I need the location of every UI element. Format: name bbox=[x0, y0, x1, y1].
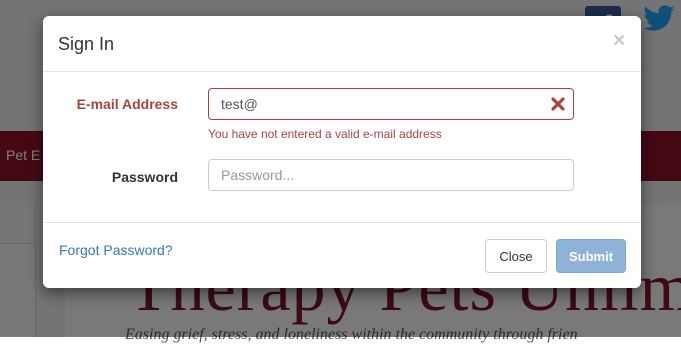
email-field[interactable] bbox=[208, 88, 574, 120]
password-label: Password bbox=[111, 169, 178, 185]
forgot-password-link[interactable]: Forgot Password? bbox=[59, 242, 173, 258]
close-button[interactable]: Close bbox=[485, 239, 547, 273]
sign-in-modal: Sign In × E-mail Address You have not en… bbox=[43, 16, 641, 288]
close-icon[interactable]: × bbox=[613, 30, 625, 51]
email-label: E-mail Address bbox=[76, 96, 178, 112]
submit-button[interactable]: Submit bbox=[556, 239, 626, 273]
modal-header: Sign In × bbox=[43, 16, 641, 72]
modal-title: Sign In bbox=[58, 34, 115, 54]
password-field[interactable] bbox=[208, 159, 574, 191]
email-error-message: You have not entered a valid e-mail addr… bbox=[208, 127, 442, 141]
modal-footer-divider bbox=[43, 222, 641, 223]
error-x-icon bbox=[551, 97, 565, 111]
